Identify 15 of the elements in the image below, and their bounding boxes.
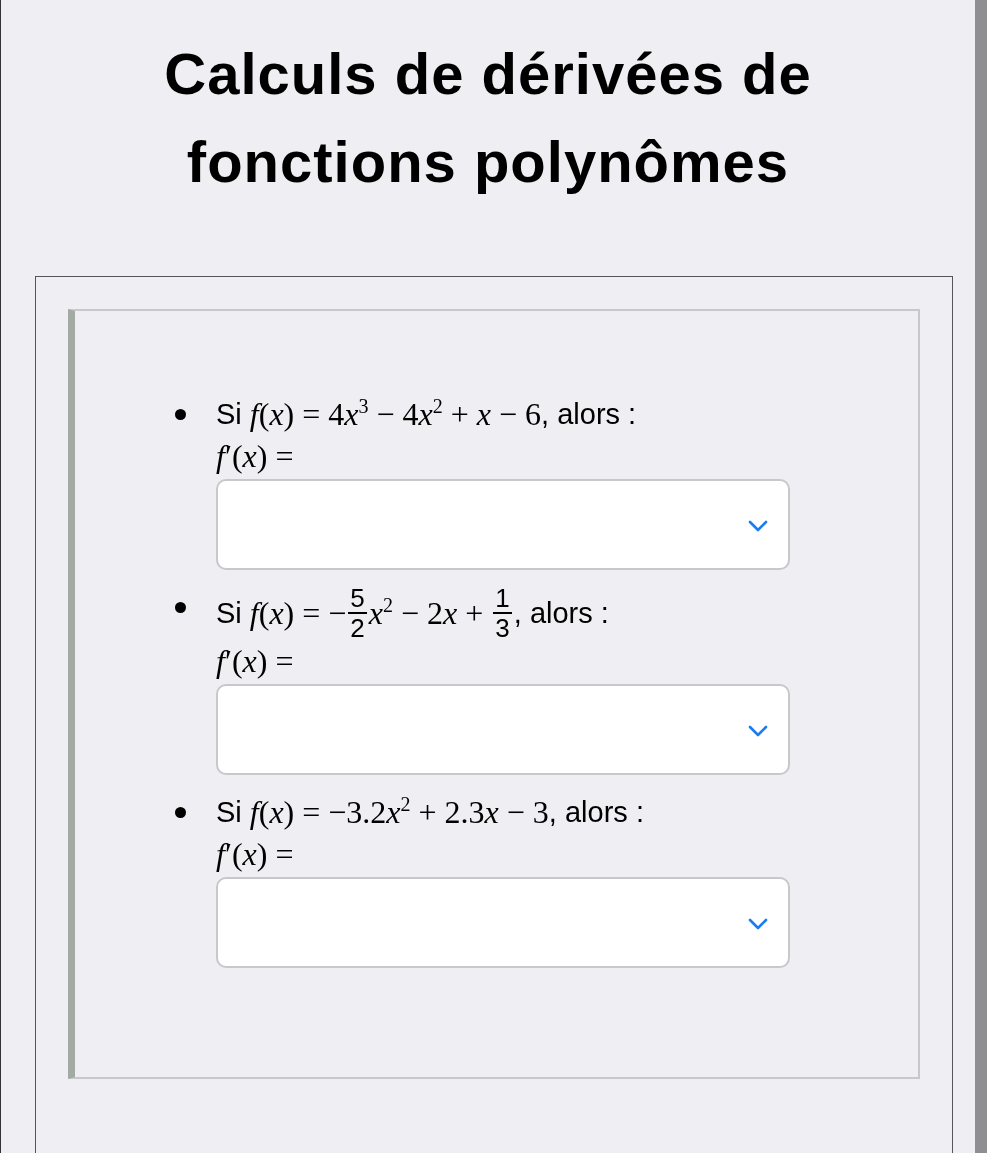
answer-label: f′(x) =	[216, 437, 295, 475]
answer-dropdown[interactable]	[216, 877, 790, 968]
bullet-icon	[175, 602, 186, 613]
chevron-down-icon	[748, 918, 768, 930]
answer-dropdown[interactable]	[216, 479, 790, 570]
bullet-icon	[175, 409, 186, 420]
chevron-down-icon	[748, 520, 768, 532]
answer-label: f′(x) =	[216, 835, 295, 873]
bullet-icon	[175, 807, 186, 818]
chevron-down-icon	[748, 725, 768, 737]
question-text: Si f(x) = −3.2x$^{2}$ + 2.3x − 3, alors :	[216, 792, 645, 832]
page-title: Calculs de dérivées de fonctions polynômes	[163, 40, 813, 196]
question-text: Si f(x) = 4x$^{3}$ − 4x$^{2}$ + x − 6, alors :	[216, 394, 638, 434]
answer-label: f′(x) =	[216, 642, 295, 680]
answer-dropdown[interactable]	[216, 684, 790, 775]
